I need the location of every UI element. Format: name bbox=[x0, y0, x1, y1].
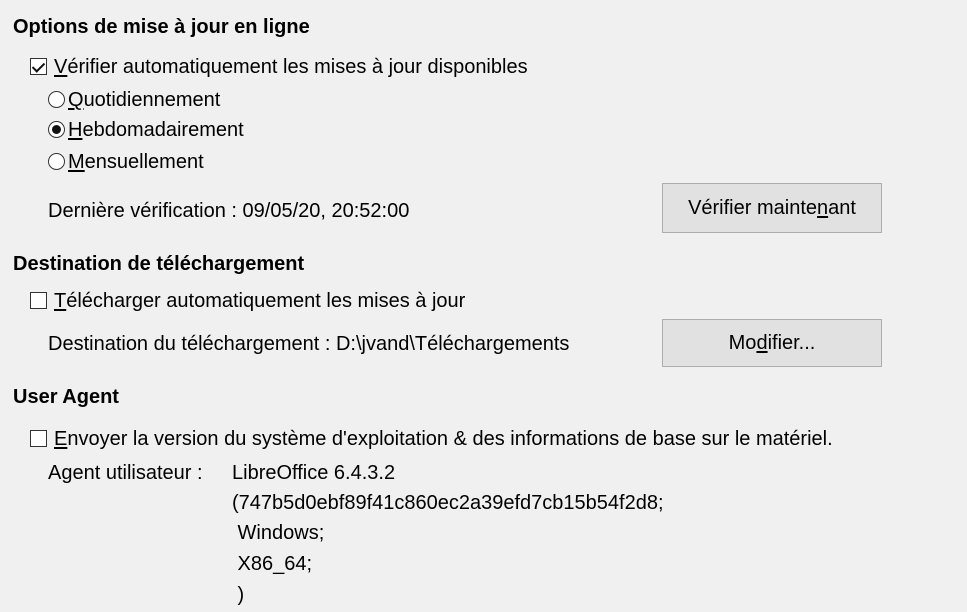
agent-label: Agent utilisateur : bbox=[48, 462, 203, 484]
checkbox-checked-icon bbox=[30, 58, 47, 75]
radio-daily[interactable]: Quotidiennement bbox=[48, 88, 288, 112]
send-info-checkbox[interactable]: Envoyer la version du système d'exploita… bbox=[30, 427, 965, 451]
agent-line-4: X86_64; bbox=[232, 553, 313, 575]
radio-monthly[interactable]: Mensuellement bbox=[48, 150, 268, 174]
agent-line-1: LibreOffice 6.4.3.2 bbox=[232, 462, 396, 484]
user-agent-heading: User Agent bbox=[13, 386, 119, 408]
auto-download-label: Télécharger automatiquement les mises à … bbox=[54, 290, 466, 312]
agent-line-5: ) bbox=[232, 584, 245, 606]
modify-button[interactable]: Modifier... bbox=[662, 319, 882, 367]
checkbox-unchecked-icon bbox=[30, 292, 47, 309]
last-check-value: 09/05/20, 20:52:00 bbox=[242, 200, 410, 222]
last-check-label: Dernière vérification : bbox=[48, 200, 237, 222]
radio-unselected-icon bbox=[48, 153, 65, 170]
radio-weekly-label: Hebdomadairement bbox=[68, 119, 244, 141]
agent-line-2: (747b5d0ebf89f41c860ec2a39efd7cb15b54f2d… bbox=[232, 492, 664, 514]
send-info-label: Envoyer la version du système d'exploita… bbox=[54, 428, 833, 450]
agent-line-3: Windows; bbox=[232, 522, 325, 544]
modify-button-label: Modifier... bbox=[728, 332, 816, 354]
check-now-button-label: Vérifier maintenant bbox=[688, 197, 856, 219]
destination-label: Destination du téléchargement : bbox=[48, 333, 331, 355]
online-update-heading: Options de mise à jour en ligne bbox=[13, 16, 310, 38]
download-destination-heading: Destination de téléchargement bbox=[13, 253, 305, 275]
radio-weekly[interactable]: Hebdomadairement bbox=[48, 118, 308, 142]
radio-selected-icon bbox=[48, 121, 65, 138]
last-check-text: Dernière vérification : 09/05/20, 20:52:… bbox=[48, 199, 409, 223]
radio-daily-label: Quotidiennement bbox=[68, 89, 221, 111]
auto-check-label: Vérifier automatiquement les mises à jou… bbox=[54, 56, 528, 78]
radio-monthly-label: Mensuellement bbox=[68, 151, 204, 173]
destination-value: D:\jvand\Téléchargements bbox=[335, 333, 570, 355]
auto-check-checkbox[interactable]: Vérifier automatiquement les mises à jou… bbox=[30, 55, 650, 79]
destination-text: Destination du téléchargement : D:\jvand… bbox=[48, 332, 569, 356]
auto-download-checkbox[interactable]: Télécharger automatiquement les mises à … bbox=[30, 289, 550, 313]
radio-unselected-icon bbox=[48, 91, 65, 108]
check-now-button[interactable]: Vérifier maintenant bbox=[662, 183, 882, 233]
checkbox-unchecked-icon bbox=[30, 430, 47, 447]
